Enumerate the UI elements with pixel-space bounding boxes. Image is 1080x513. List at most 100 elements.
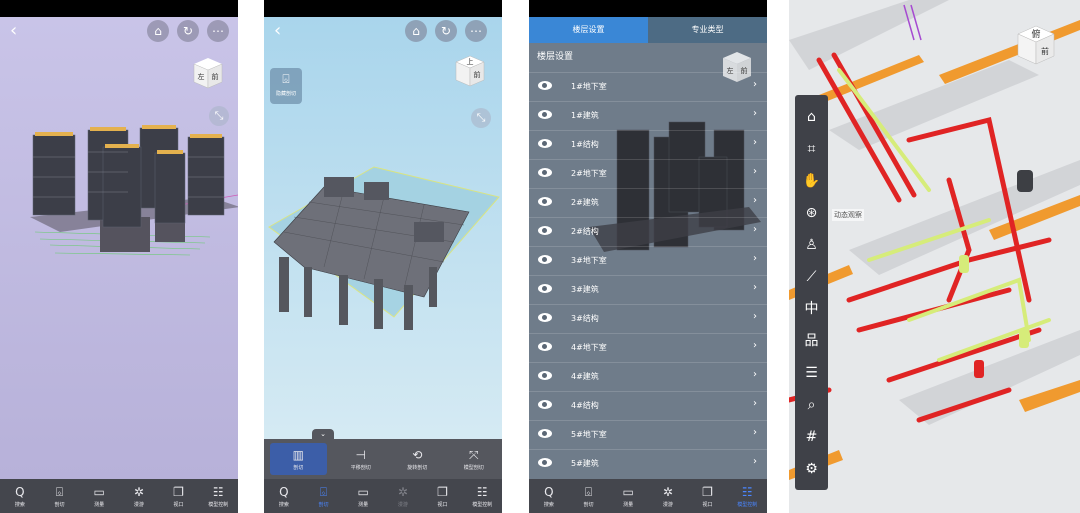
collapse-panel-icon[interactable]: ⌄ [312,429,334,439]
model-viewport[interactable] [789,0,1080,513]
tab-label: 剖切 [54,501,65,508]
subtool-model-section[interactable]: ⤧ 模型剖切 [446,439,503,479]
chevron-right-icon: › [753,137,757,148]
hide-section-button[interactable]: ⌺ 隐藏剖切 [270,68,302,104]
orbit-icon[interactable]: ⊛ [795,197,828,229]
tab-model-control[interactable]: ☷ 模型控制 [198,479,238,513]
eye-icon[interactable] [538,139,552,148]
floor-item[interactable]: 4#地下室 › [529,333,767,362]
tab-walk[interactable]: ✲ 漫游 [119,479,159,513]
floor-item[interactable]: 4#建筑 › [529,362,767,391]
measure-ruler-icon[interactable]: ⟋ [795,261,828,293]
hide-section-label: 隐藏剖切 [275,91,296,97]
floor-item[interactable]: 1#地下室 › [529,72,767,101]
tab-section[interactable]: ⌺ 剖切 [569,479,609,513]
more-options-icon[interactable]: ⋯ [465,20,487,42]
view-cube[interactable]: 俯 前 [1014,22,1058,68]
floor-item[interactable]: 2#结构 › [529,217,767,246]
chevron-right-icon: › [753,166,757,177]
grid-icon[interactable]: # [795,421,828,453]
cube-top-label: 俯 [1031,28,1040,40]
floor-item[interactable]: 2#建筑 › [529,188,767,217]
home-icon[interactable]: ⌂ [405,20,427,42]
floor-name: 2#建筑 [571,198,599,207]
fullscreen-icon[interactable]: ⤡ [209,106,229,126]
tab-measure[interactable]: ▭ 测量 [79,479,119,513]
tab-search[interactable]: Q 搜索 [0,479,40,513]
eye-icon[interactable] [538,313,552,322]
floor-item[interactable]: 3#结构 › [529,304,767,333]
tab-search[interactable]: Q 搜索 [264,479,304,513]
view-cube[interactable]: 上 前 [452,52,488,90]
floor-item[interactable]: 1#建筑 › [529,101,767,130]
tab-viewport[interactable]: ❐ 视口 [688,479,728,513]
floor-name: 4#结构 [571,401,599,410]
section-icon[interactable]: 中 [795,293,828,325]
tab-search[interactable]: Q 搜索 [529,479,569,513]
reset-view-icon[interactable]: ↻ [435,20,457,42]
back-chevron-icon[interactable]: ‹ [10,20,17,42]
walk-person-icon[interactable]: ♙ [795,229,828,261]
tab-label: 测量 [94,501,105,508]
floor-item[interactable]: 2#地下室 › [529,159,767,188]
bottom-toolbar: Q 搜索 ⌺ 剖切 ▭ 测量 ✲ 漫游 ❐ 视口 ☷ 模型控制 [0,479,238,513]
tab-measure[interactable]: ▭ 测量 [608,479,648,513]
more-options-icon[interactable]: ⋯ [207,20,229,42]
subtool-rotate-section[interactable]: ⟲ 旋转剖切 [389,439,446,479]
tab-label: 剖切 [583,501,594,508]
floor-item[interactable]: 1#结构 › [529,130,767,159]
walk-icon: ✲ [662,484,673,499]
subtool-label: 剖切 [293,464,304,471]
floor-item[interactable]: 3#地下室 › [529,246,767,275]
eye-icon[interactable] [538,226,552,235]
tab-walk[interactable]: ✲ 漫游 [648,479,688,513]
floor-item[interactable]: 3#建筑 › [529,275,767,304]
eye-icon[interactable] [538,371,552,380]
eye-icon[interactable] [538,255,552,264]
search-icon[interactable]: ⌕ [795,389,828,421]
eye-icon[interactable] [538,400,552,409]
floor-name: 3#建筑 [571,285,599,294]
tab-measure[interactable]: ▭ 测量 [343,479,383,513]
eye-icon[interactable] [538,81,552,90]
chevron-right-icon: › [753,369,757,380]
tab-label: 搜索 [543,501,554,508]
reset-view-icon[interactable]: ↻ [177,20,199,42]
eye-icon[interactable] [538,197,552,206]
properties-list-icon[interactable]: ☰ [795,357,828,389]
subtool-section[interactable]: ▥ 剖切 [270,443,327,475]
view-cube[interactable]: 左 前 [190,54,226,92]
frame-select-icon[interactable]: ⌗ [795,133,828,165]
floor-item[interactable]: 4#结构 › [529,391,767,420]
tab-viewport[interactable]: ❐ 视口 [423,479,463,513]
eye-icon[interactable] [538,110,552,119]
tab-label: 剖切 [318,501,329,508]
tab-discipline-type[interactable]: 专业类型 [648,17,767,43]
tab-section[interactable]: ⌺ 剖切 [40,479,80,513]
floor-name: 1#地下室 [571,82,607,91]
tab-walk[interactable]: ✲ 漫游 [383,479,423,513]
eye-icon[interactable] [538,284,552,293]
eye-icon[interactable] [538,342,552,351]
settings-gear-icon[interactable]: ⚙ [795,453,828,485]
tab-model-control[interactable]: ☷ 模型控制 [727,479,767,513]
tab-floor-settings[interactable]: 楼层设置 [529,17,648,43]
eye-icon[interactable] [538,429,552,438]
chevron-right-icon: › [753,79,757,90]
orbit-tooltip: 动态观察 [832,209,864,221]
tab-section[interactable]: ⌺ 剖切 [304,479,344,513]
floor-name: 3#地下室 [571,256,607,265]
subtool-translate-section[interactable]: ⊣ 平移剖切 [333,439,390,479]
eye-icon[interactable] [538,168,552,177]
pan-hand-icon[interactable]: ✋ [795,165,828,197]
tab-model-control[interactable]: ☷ 模型控制 [462,479,502,513]
eye-icon[interactable] [538,458,552,467]
fullscreen-icon[interactable]: ⤡ [471,108,491,128]
floor-item[interactable]: 5#建筑 › [529,449,767,478]
tab-viewport[interactable]: ❐ 视口 [159,479,199,513]
home-icon[interactable]: ⌂ [147,20,169,42]
back-chevron-icon[interactable]: ‹ [274,20,281,42]
model-tree-icon[interactable]: 品 [795,325,828,357]
floor-item[interactable]: 5#地下室 › [529,420,767,449]
home-icon[interactable]: ⌂ [795,101,828,133]
